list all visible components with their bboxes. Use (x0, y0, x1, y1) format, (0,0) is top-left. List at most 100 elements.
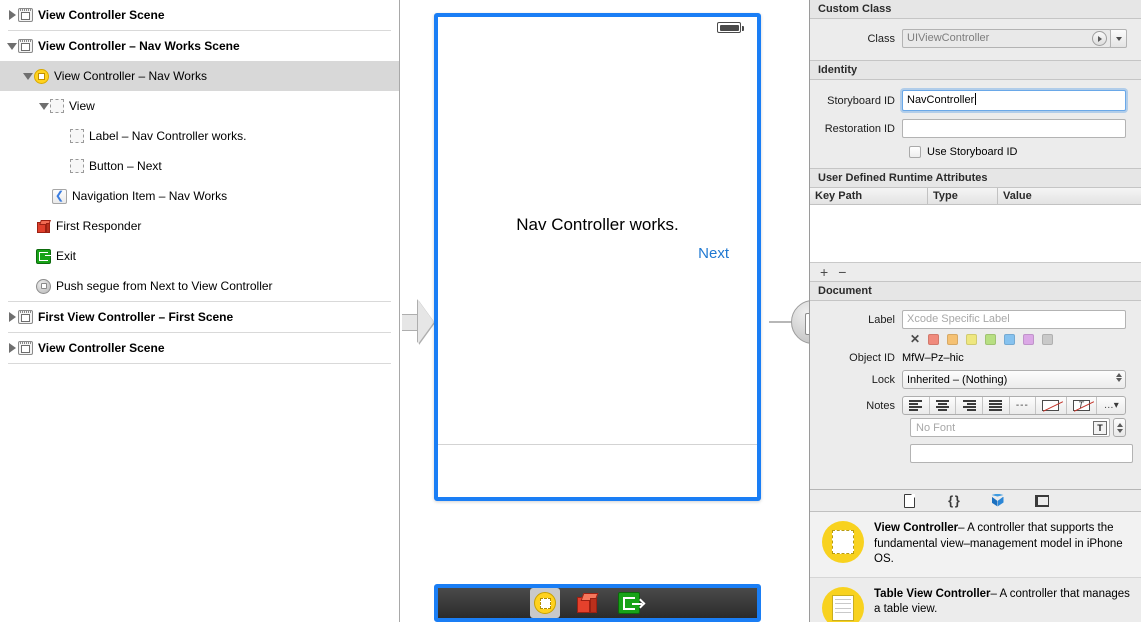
disclosure-triangle-icon[interactable] (6, 302, 18, 332)
column-header-type[interactable]: Type (928, 188, 998, 204)
outline-row-view-controller-nav-works[interactable]: View Controller – Nav Works (0, 61, 399, 91)
class-reveal-icon[interactable] (1092, 31, 1107, 46)
dashes-icon[interactable]: --- (1010, 397, 1037, 414)
use-storyboard-id-label: Use Storyboard ID (927, 146, 1018, 158)
library-item-title: Table View Controller (874, 587, 991, 600)
color-swatch-blue[interactable] (1004, 333, 1016, 345)
storyboard-canvas[interactable]: Nav Controller works. Next (400, 0, 809, 622)
outline-row-exit[interactable]: Exit (0, 241, 399, 271)
document-label-input[interactable]: Xcode Specific Label (902, 310, 1126, 329)
text-color-icon[interactable] (1036, 397, 1067, 414)
library-item-view-controller[interactable]: View Controller– A controller that suppo… (810, 512, 1141, 578)
canvas-next-button[interactable]: Next (698, 245, 729, 262)
column-header-key-path[interactable]: Key Path (810, 188, 928, 204)
segue-knob-icon[interactable] (791, 300, 809, 344)
scene-icon (18, 341, 33, 355)
add-attribute-button[interactable]: + (820, 265, 828, 279)
column-header-value[interactable]: Value (998, 188, 1141, 204)
exit-dock-icon (618, 592, 642, 614)
class-dropdown-icon[interactable] (1110, 29, 1127, 48)
battery-icon (717, 22, 744, 33)
font-panel-icon[interactable]: T (1093, 420, 1107, 435)
library-item-table-view-controller[interactable]: Table View Controller– A controller that… (810, 578, 1141, 622)
notes-font-field[interactable]: No Font T (910, 418, 1110, 437)
canvas-label-nav-controller-works[interactable]: Nav Controller works. (438, 215, 757, 235)
library-pane[interactable]: { } View Controller– A controller that s… (810, 489, 1141, 622)
outline-row-nav-works-scene[interactable]: View Controller – Nav Works Scene (0, 31, 399, 61)
highlight-color-icon[interactable]: T (1067, 397, 1098, 414)
outline-row-label: Button – Next (89, 159, 162, 173)
file-template-icon[interactable] (901, 493, 919, 509)
outline-row-navigation-item[interactable]: ❮ Navigation Item – Nav Works (0, 181, 399, 211)
disclosure-triangle-icon[interactable] (38, 91, 50, 121)
view-controller-scene-canvas[interactable]: Nav Controller works. Next (434, 13, 761, 501)
lock-label: Lock (871, 373, 895, 386)
first-responder-dock-icon (576, 592, 599, 614)
align-left-icon[interactable] (903, 397, 930, 414)
notes-row: Notes --- T …▾ (810, 392, 1141, 418)
outline-row-view-controller-scene-1[interactable]: View Controller Scene (0, 0, 399, 30)
outline-row-label: View Controller Scene (38, 8, 165, 22)
color-swatch-red[interactable] (928, 333, 940, 345)
storyboard-id-input[interactable]: NavController (902, 90, 1126, 111)
library-item-dash: – (958, 522, 965, 534)
disclosure-triangle-icon[interactable] (6, 333, 18, 363)
simulated-status-bar (438, 17, 757, 37)
identity-inspector-pane[interactable]: Custom Class Class UIViewController Iden… (809, 0, 1141, 622)
library-item-title: View Controller (874, 522, 959, 534)
color-swatch-yellow[interactable] (966, 333, 978, 345)
initial-view-controller-arrow-icon (402, 300, 434, 345)
color-swatch-purple[interactable] (1023, 333, 1035, 345)
scene-dock[interactable] (434, 584, 761, 622)
view-icon (50, 99, 64, 113)
disclosure-triangle-icon[interactable] (22, 61, 34, 91)
lock-stepper-icon[interactable] (1116, 373, 1122, 382)
first-responder-icon (36, 219, 51, 234)
class-input[interactable]: UIViewController (902, 29, 1111, 48)
restoration-id-input[interactable] (902, 119, 1126, 138)
notes-format-toolbar[interactable]: --- T …▾ (902, 396, 1126, 415)
clear-color-button[interactable]: ✕ (910, 333, 920, 345)
outline-row-view-controller-scene-2[interactable]: View Controller Scene (0, 333, 399, 363)
outline-row-first-responder[interactable]: First Responder (0, 211, 399, 241)
align-center-icon[interactable] (930, 397, 957, 414)
runtime-attributes-table-body[interactable] (810, 205, 1141, 263)
navigation-item-icon: ❮ (52, 188, 67, 204)
outgoing-segue-connector[interactable] (769, 300, 809, 344)
use-storyboard-id-row: Use Storyboard ID (810, 142, 1141, 162)
dock-exit-button[interactable] (614, 588, 644, 618)
outline-row-first-view-controller-scene[interactable]: First View Controller – First Scene (0, 302, 399, 332)
align-right-icon[interactable] (956, 397, 983, 414)
dock-view-controller-button[interactable] (530, 588, 560, 618)
disclosure-triangle-icon[interactable] (6, 31, 18, 61)
view-controller-icon (34, 68, 49, 84)
outline-row-button-next[interactable]: Button – Next (0, 151, 399, 181)
notes-font-row: No Font T (810, 418, 1141, 440)
color-swatch-orange[interactable] (947, 333, 959, 345)
view-icon (70, 129, 84, 143)
outline-row-label: View (69, 99, 95, 113)
notes-text-area[interactable] (910, 444, 1133, 463)
disclosure-triangle-icon[interactable] (6, 0, 18, 30)
outline-row-label: Navigation Item – Nav Works (72, 189, 228, 203)
library-tab-bar[interactable]: { } (810, 490, 1141, 512)
color-swatch-green[interactable] (985, 333, 997, 345)
media-library-icon[interactable] (1033, 493, 1051, 509)
more-icon[interactable]: …▾ (1097, 397, 1125, 414)
document-outline-pane[interactable]: View Controller Scene View Controller – … (0, 0, 400, 622)
remove-attribute-button[interactable]: − (838, 265, 846, 279)
lock-select[interactable]: Inherited – (Nothing) (902, 370, 1126, 389)
storyboard-id-label: Storyboard ID (827, 94, 895, 107)
outline-row-view[interactable]: View (0, 91, 399, 121)
runtime-attributes-section-header: User Defined Runtime Attributes (810, 168, 1141, 188)
use-storyboard-id-checkbox[interactable] (909, 146, 921, 158)
outline-row-push-segue[interactable]: Push segue from Next to View Controller (0, 271, 399, 301)
color-swatch-gray[interactable] (1042, 333, 1054, 345)
align-justify-icon[interactable] (983, 397, 1010, 414)
dock-first-responder-button[interactable] (572, 588, 602, 618)
font-size-stepper[interactable] (1113, 418, 1126, 437)
object-id-value: MfW–Pz–hic (902, 352, 964, 364)
outline-row-label-nav-controller-works[interactable]: Label – Nav Controller works. (0, 121, 399, 151)
code-snippet-icon[interactable]: { } (945, 493, 963, 509)
object-library-icon[interactable] (989, 493, 1007, 509)
